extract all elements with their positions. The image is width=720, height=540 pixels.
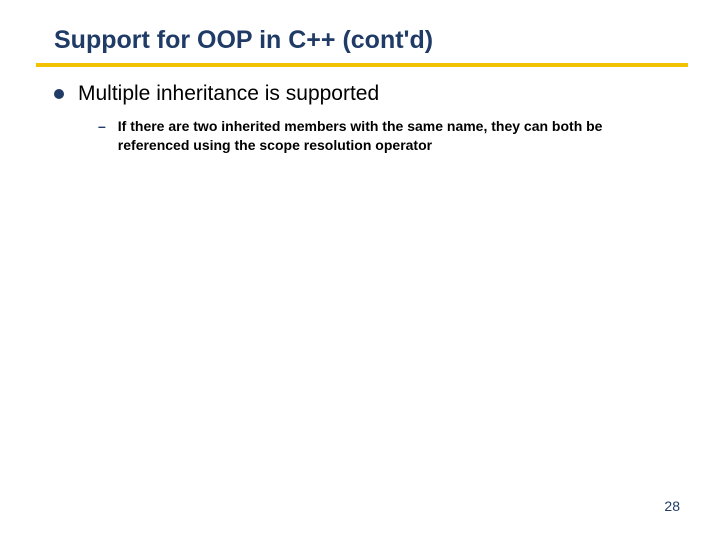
title-underline xyxy=(36,63,688,67)
page-title: Support for OOP in C++ (cont'd) xyxy=(54,26,684,61)
slide: Support for OOP in C++ (cont'd) Multiple… xyxy=(0,0,720,540)
sub-bullet-text: If there are two inherited members with … xyxy=(118,117,678,155)
bullet-dash-icon: – xyxy=(98,117,106,136)
page-number: 28 xyxy=(664,498,680,514)
bullet-text: Multiple inheritance is supported xyxy=(78,81,379,107)
list-item: Multiple inheritance is supported xyxy=(54,81,684,107)
content-area: Multiple inheritance is supported – If t… xyxy=(54,81,684,155)
list-item-sub: – If there are two inherited members wit… xyxy=(98,117,684,155)
bullet-disc-icon xyxy=(54,89,64,99)
